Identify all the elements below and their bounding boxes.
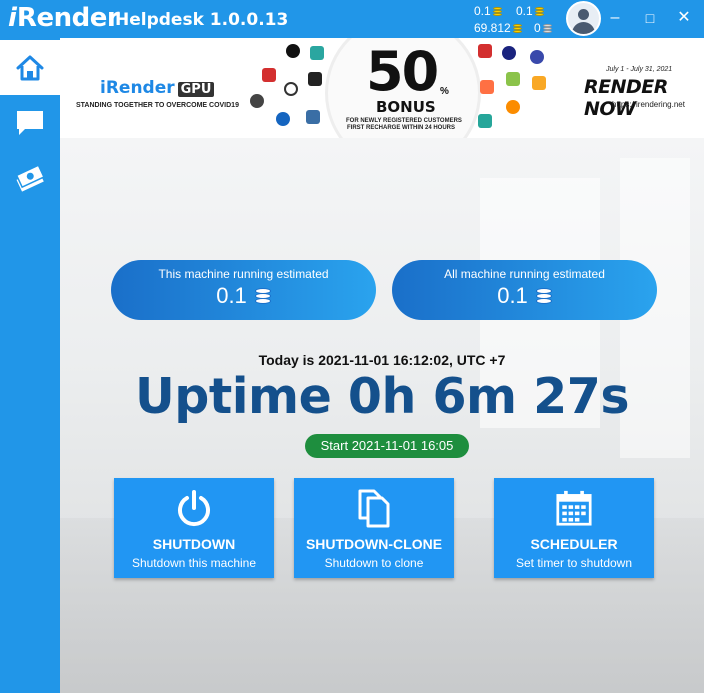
substance-logo-icon	[506, 72, 520, 86]
keyshot-logo-icon	[276, 112, 290, 126]
twinmotion-logo-icon	[286, 44, 300, 58]
sidebar	[0, 38, 60, 693]
coin-stack-icon	[254, 288, 271, 304]
this-machine-estimate: This machine running estimated 0.1	[111, 260, 376, 320]
banner-brand-text: iRender	[100, 78, 175, 98]
credit-balance: 0.1 0.1 69.812 0	[472, 2, 554, 36]
credit-bottom-right-value: 0	[534, 21, 541, 35]
bonus-label: BONUS	[376, 98, 436, 116]
cinema4d-logo-icon	[502, 46, 516, 60]
title-bar: i Render Helpdesk 1.0.0.13 0.1 0.1 69.812…	[0, 0, 704, 38]
main-panel: This machine running estimated 0.1 All m…	[60, 138, 704, 693]
credit-top-left-value: 0.1	[474, 4, 491, 18]
copy-icon	[358, 489, 390, 528]
current-datetime: Today is 2021-11-01 16:12:02, UTC +7	[258, 352, 506, 368]
maya-logo-icon	[478, 114, 492, 128]
sketchup-logo-icon	[262, 68, 276, 82]
banner-tagline: STANDING TOGETHER TO OVERCOME COVID19	[76, 102, 239, 109]
promo-dates: July 1 - July 31, 2021	[606, 66, 673, 73]
credit-top-right-value: 0.1	[516, 4, 533, 18]
this-machine-value: 0.1	[216, 283, 247, 308]
enscape-logo-icon	[532, 76, 546, 90]
minimize-button[interactable]: –	[606, 9, 624, 27]
bonus-sub-2: FIRST RECHARGE WITHIN 24 HOURS	[346, 125, 455, 131]
chat-icon	[17, 110, 43, 135]
banner-gpu-badge: GPU	[177, 82, 215, 97]
scheduler-title: SCHEDULER	[530, 536, 618, 552]
coin-stack-icon	[535, 288, 552, 304]
coin-icon	[512, 23, 522, 33]
app-logo: i Render	[8, 3, 120, 35]
home-icon	[16, 55, 44, 80]
promo-url[interactable]: https://irendering.net	[612, 100, 685, 109]
shutdown-clone-subtitle: Shutdown to clone	[324, 556, 424, 570]
app-title: Helpdesk 1.0.0.13	[115, 10, 289, 30]
all-machine-label: All machine running estimated	[444, 267, 605, 281]
coin-icon	[492, 6, 502, 16]
shutdown-title: SHUTDOWN	[152, 536, 236, 552]
redshift-logo-icon	[478, 44, 492, 58]
coin-icon	[534, 6, 544, 16]
shutdown-button[interactable]: SHUTDOWN Shutdown this machine	[114, 478, 274, 578]
bonus-sub-1: FOR NEWLY REGISTERED CUSTOMERS	[346, 118, 462, 124]
start-time-badge: Start 2021-11-01 16:05	[305, 434, 469, 458]
octane-logo-icon	[530, 50, 544, 64]
shutdown-clone-button[interactable]: SHUTDOWN-CLONE Shutdown to clone	[294, 478, 454, 578]
credit-bottom-left-value: 69.812	[474, 21, 511, 35]
this-machine-label: This machine running estimated	[158, 267, 329, 281]
vray-logo-icon	[284, 82, 298, 96]
coin-grey-icon	[542, 23, 552, 33]
blender-logo-icon	[506, 100, 520, 114]
shutdown-subtitle: Shutdown this machine	[131, 556, 257, 570]
credit-bottom-left: 69.812	[474, 21, 522, 35]
money-icon	[15, 163, 45, 192]
maximize-button[interactable]: □	[641, 9, 659, 27]
sidebar-item-home[interactable]	[0, 40, 60, 95]
logo-text: Render	[16, 3, 120, 33]
sidebar-item-chat[interactable]	[0, 95, 60, 150]
corona-logo-icon	[306, 110, 320, 124]
all-machine-estimate: All machine running estimated 0.1	[392, 260, 657, 320]
bonus-number: 50	[366, 40, 439, 103]
user-avatar[interactable]	[566, 1, 601, 36]
bonus-percent: %	[440, 86, 449, 97]
render-now-cta[interactable]: RENDER NOW	[584, 76, 704, 120]
logo-i: i	[8, 3, 17, 33]
unreal-logo-icon	[308, 72, 322, 86]
lumion-logo-icon	[250, 94, 264, 108]
credit-bottom-right: 0	[534, 21, 552, 35]
calendar-icon	[556, 490, 592, 526]
shutdown-clone-title: SHUTDOWN-CLONE	[305, 536, 443, 552]
all-machine-value: 0.1	[497, 283, 528, 308]
scheduler-button[interactable]: SCHEDULER Set timer to shutdown	[494, 478, 654, 578]
3dsmax-logo-icon	[310, 46, 324, 60]
uptime-display: Uptime 0h 6m 27s	[134, 368, 630, 425]
houdini-logo-icon	[480, 80, 494, 94]
credit-top-right: 0.1	[516, 4, 544, 18]
scheduler-subtitle: Set timer to shutdown	[515, 556, 633, 570]
promo-banner[interactable]: iRender GPU STANDING TOGETHER TO OVERCOME…	[60, 38, 704, 138]
close-button[interactable]: ✕	[675, 9, 693, 27]
credit-top-left: 0.1	[474, 4, 502, 18]
sidebar-item-payment[interactable]	[0, 150, 60, 205]
power-icon	[178, 490, 210, 527]
banner-brand: iRender GPU	[100, 78, 215, 98]
